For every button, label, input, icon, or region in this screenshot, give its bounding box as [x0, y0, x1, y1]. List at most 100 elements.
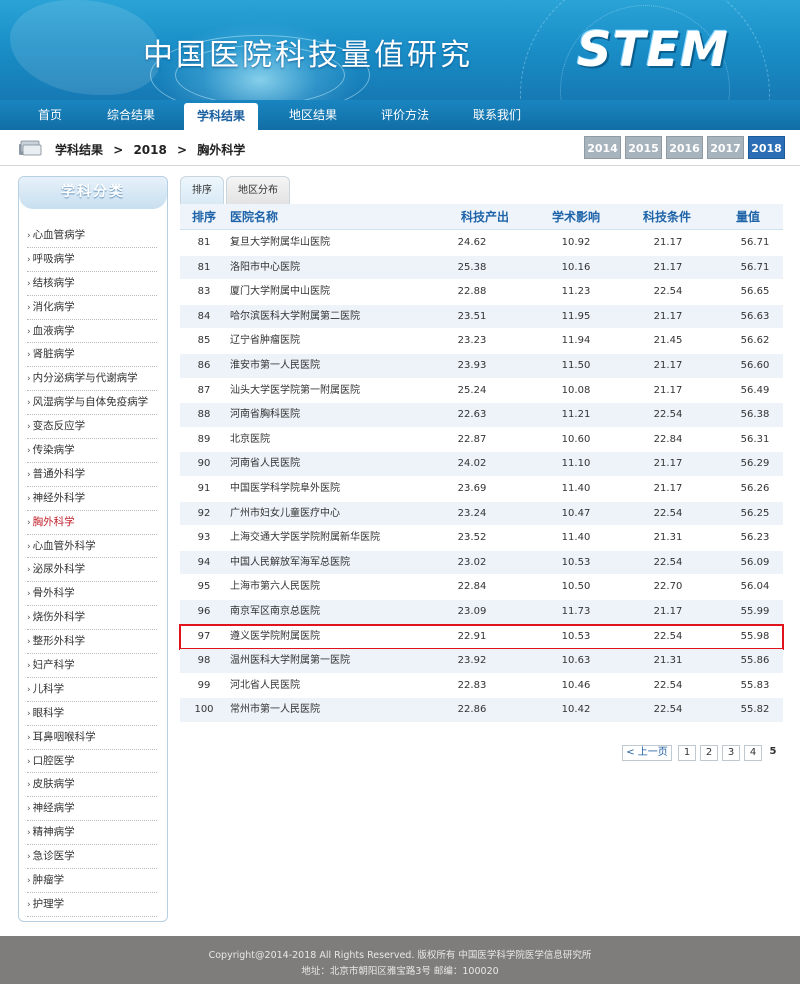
sidebar-item[interactable]: › 肾脏病学: [27, 343, 157, 368]
breadcrumb: 学科结果 > 2018 > 胸外科学: [55, 141, 251, 158]
page-button-1[interactable]: 1: [678, 745, 696, 761]
cell-academic-impact: 11.73: [561, 606, 591, 617]
bullet-icon: ›: [27, 565, 31, 576]
sidebar-item[interactable]: › 心血管外科学: [27, 535, 157, 559]
page-button-4[interactable]: 4: [744, 745, 762, 761]
sidebar-item[interactable]: › 消化病学: [27, 296, 157, 320]
sidebar-item[interactable]: › 普通外科学: [27, 463, 157, 487]
header-hospital-name[interactable]: 医院名称: [230, 204, 278, 230]
tab-region-distribution[interactable]: 地区分布: [226, 176, 290, 204]
sidebar-item[interactable]: › 妇产科学: [27, 654, 157, 678]
cell-hospital-name[interactable]: 温州医科大学附属第一医院: [230, 649, 460, 674]
table-row: 89 北京医院 22.87 10.60 22.84 56.31: [180, 427, 783, 453]
footer-copyright: Copyright@2014-2018 All Rights Reserved.…: [208, 950, 592, 961]
cell-hospital-name[interactable]: 遵义医学院附属医院: [230, 625, 460, 650]
cell-tech-conditions: 21.17: [653, 360, 683, 371]
sidebar-item[interactable]: › 结核病学: [27, 272, 157, 296]
cell-hospital-name[interactable]: 淮安市第一人民医院: [230, 354, 460, 379]
cell-hospital-name[interactable]: 常州市第一人民医院: [230, 698, 460, 723]
sidebar-item[interactable]: › 传染病学: [27, 439, 157, 463]
cell-tech-conditions: 21.17: [653, 384, 683, 396]
sidebar-item[interactable]: › 耳鼻咽喉科学: [27, 726, 157, 750]
year-button-2014[interactable]: 2014: [584, 136, 621, 159]
sidebar-item[interactable]: › 眼科学: [27, 702, 157, 726]
sidebar-item[interactable]: › 内分泌病学与代谢病学: [27, 367, 157, 392]
header-score[interactable]: 量值: [736, 204, 760, 230]
china-map-graphic: [10, 0, 160, 95]
sidebar-item[interactable]: › 变态反应学: [27, 415, 157, 440]
header-tech-output[interactable]: 科技产出: [461, 204, 509, 230]
cell-hospital-name[interactable]: 辽宁省肿瘤医院: [230, 329, 460, 354]
tab-ranking[interactable]: 排序: [180, 176, 224, 204]
table-row: 81 复旦大学附属华山医院 24.62 10.92 21.17 56.71: [180, 231, 783, 256]
cell-tech-conditions: 21.17: [653, 310, 683, 322]
stem-logo: STEM: [577, 22, 729, 78]
sidebar-item[interactable]: › 神经外科学: [27, 487, 157, 511]
cell-tech-output: 23.52: [457, 532, 487, 544]
sidebar-item[interactable]: › 胸外科学: [27, 511, 157, 535]
year-button-2018[interactable]: 2018: [748, 136, 785, 159]
sidebar-item[interactable]: › 骨外科学: [27, 582, 157, 607]
cell-hospital-name[interactable]: 上海交通大学医学院附属新华医院: [230, 526, 460, 551]
nav-methodology[interactable]: 评价方法: [366, 100, 444, 130]
table-row: 99 河北省人民医院 22.83 10.46 22.54 55.83: [180, 673, 783, 699]
breadcrumb-section[interactable]: 学科结果: [55, 143, 103, 157]
cell-hospital-name[interactable]: 汕头大学医学院第一附属医院: [230, 379, 460, 404]
cell-tech-output: 23.69: [457, 483, 487, 494]
table-row: 81 洛阳市中心医院 25.38 10.16 21.17 56.71: [180, 255, 783, 281]
sidebar-item[interactable]: › 血液病学: [27, 320, 157, 344]
sidebar-item[interactable]: › 神经病学: [27, 797, 157, 822]
cell-score: 56.31: [740, 433, 770, 445]
year-button-2016[interactable]: 2016: [666, 136, 703, 159]
cell-hospital-name[interactable]: 北京医院: [230, 428, 460, 453]
cell-score: 56.60: [740, 360, 770, 371]
header-rank[interactable]: 排序: [192, 204, 216, 230]
sidebar-item[interactable]: › 护理学: [27, 893, 157, 917]
cell-hospital-name[interactable]: 河南省人民医院: [230, 452, 460, 477]
cell-hospital-name[interactable]: 中国医学科学院阜外医院: [230, 477, 460, 502]
sidebar-item[interactable]: › 肿瘤学: [27, 869, 157, 893]
year-button-2015[interactable]: 2015: [625, 136, 662, 159]
nav-home[interactable]: 首页: [20, 100, 80, 130]
header-academic-impact[interactable]: 学术影响: [552, 204, 600, 230]
breadcrumb-year[interactable]: 2018: [133, 143, 166, 157]
cell-hospital-name[interactable]: 哈尔滨医科大学附属第二医院: [230, 305, 460, 330]
table-row: 96 南京军区南京总医院 23.09 11.73 21.17 55.99: [180, 600, 783, 625]
sidebar-item-label: 妇产科学: [32, 659, 75, 672]
cell-hospital-name[interactable]: 河北省人民医院: [230, 674, 460, 699]
nav-region-results[interactable]: 地区结果: [274, 100, 352, 130]
prev-page-button[interactable]: < 上一页: [622, 745, 672, 761]
nav-contact[interactable]: 联系我们: [458, 100, 536, 130]
page-button-3[interactable]: 3: [722, 745, 740, 761]
header-tech-conditions[interactable]: 科技条件: [643, 204, 691, 230]
year-button-2017[interactable]: 2017: [707, 136, 744, 159]
page-button-2[interactable]: 2: [700, 745, 718, 761]
cell-hospital-name[interactable]: 上海市第六人民医院: [230, 575, 460, 600]
cell-hospital-name[interactable]: 厦门大学附属中山医院: [230, 280, 460, 305]
bullet-icon: ›: [27, 899, 31, 910]
sidebar-item[interactable]: › 精神病学: [27, 821, 157, 846]
cell-hospital-name[interactable]: 南京军区南京总医院: [230, 600, 460, 625]
sidebar-item[interactable]: › 急诊医学: [27, 845, 157, 870]
nav-discipline-results[interactable]: 学科结果: [184, 103, 258, 130]
cell-rank: 100: [194, 704, 214, 716]
sidebar-item[interactable]: › 口腔医学: [27, 750, 157, 774]
cell-academic-impact: 10.16: [561, 261, 591, 273]
sidebar-item[interactable]: › 呼吸病学: [27, 248, 157, 272]
cell-tech-output: 23.51: [457, 310, 487, 322]
sidebar-item[interactable]: › 风湿病学与自体免疫病学: [27, 391, 157, 416]
cell-hospital-name[interactable]: 复旦大学附属华山医院: [230, 231, 460, 256]
cell-hospital-name[interactable]: 中国人民解放军海军总医院: [230, 551, 460, 576]
sidebar-item[interactable]: › 整形外科学: [27, 630, 157, 655]
sidebar-item[interactable]: › 烧伤外科学: [27, 606, 157, 631]
sidebar-item[interactable]: › 儿科学: [27, 678, 157, 702]
sidebar-item[interactable]: › 泌尿外科学: [27, 558, 157, 583]
cell-hospital-name[interactable]: 广州市妇女儿童医疗中心: [230, 502, 460, 527]
sidebar-item[interactable]: › 皮肤病学: [27, 773, 157, 798]
breadcrumb-separator: >: [177, 143, 188, 157]
cell-academic-impact: 11.40: [561, 483, 591, 494]
cell-hospital-name[interactable]: 洛阳市中心医院: [230, 256, 460, 281]
cell-hospital-name[interactable]: 河南省胸科医院: [230, 403, 460, 428]
nav-overall-results[interactable]: 综合结果: [92, 100, 170, 130]
sidebar-item[interactable]: › 心血管病学: [27, 224, 157, 248]
